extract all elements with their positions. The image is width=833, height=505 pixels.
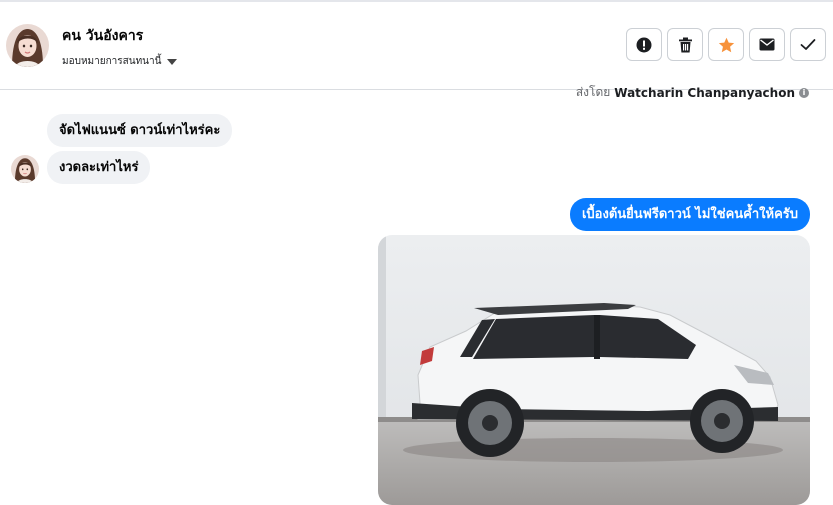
info-icon[interactable]: i [799,87,809,98]
car-photo-attachment[interactable] [378,235,810,505]
spam-button[interactable] [626,28,662,61]
assign-label: มอบหมายการสนทนานี้ [62,56,162,67]
incoming-message[interactable]: งวดละเท่าไหร่ [47,151,151,184]
contact-name[interactable]: คน วันอังคาร [62,25,143,47]
sent-by-prefix: ส่งโดย [575,85,611,99]
envelope-icon [759,38,775,51]
star-button[interactable] [708,28,744,61]
header-actions [626,28,826,61]
sent-by-name: Watcharin Chanpanyachon [614,85,795,100]
sent-by-label: ส่งโดย Watcharin Chanpanyachon i [576,83,809,102]
check-icon [800,39,816,50]
contact-avatar-small [11,155,39,183]
mark-unread-button[interactable] [749,28,785,61]
contact-avatar[interactable] [6,24,49,67]
delete-button[interactable] [667,28,703,61]
alert-circle-icon [636,37,652,52]
outgoing-message[interactable]: เบื้องต้นยื่นฟรีดาวน์ ไม่ใช่คนค้ำให้ครับ [569,198,810,231]
star-icon [718,37,734,52]
mark-done-button[interactable] [790,28,826,61]
caret-down-icon [167,58,178,65]
trash-icon [678,37,692,52]
conversation-header: คน วันอังคาร มอบหมายการสนทนานี้ [0,2,833,90]
assign-conversation-dropdown[interactable]: มอบหมายการสนทนานี้ [62,54,178,69]
incoming-message[interactable]: จัดไฟแนนซ์ ดาวน์เท่าไหร่คะ [47,114,233,147]
